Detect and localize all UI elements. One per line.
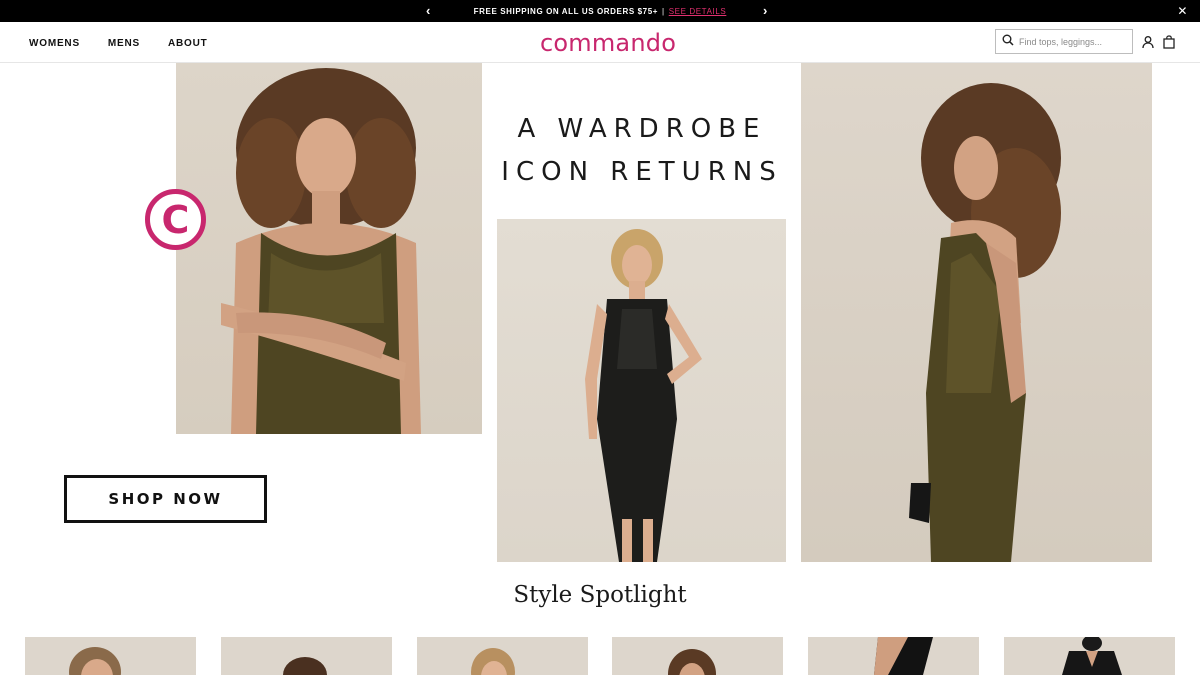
spotlight-item-2[interactable]	[221, 637, 392, 675]
hero-image-middle[interactable]	[497, 219, 786, 562]
search-box[interactable]	[995, 29, 1133, 54]
headline-line-1: A WARDROBE	[517, 114, 767, 144]
promo-bar: ‹ FREE SHIPPING ON ALL US ORDERS $75+ | …	[0, 0, 1200, 22]
main-nav: WOMENS MENS ABOUT	[29, 38, 208, 49]
hero-image-right[interactable]	[801, 63, 1152, 562]
section-title-style-spotlight: Style Spotlight	[513, 582, 687, 608]
promo-separator: |	[662, 6, 665, 16]
chevron-left-icon[interactable]: ‹	[426, 3, 431, 19]
chevron-right-icon[interactable]: ›	[763, 3, 768, 19]
nav-womens[interactable]: WOMENS	[29, 38, 80, 49]
promo-text: FREE SHIPPING ON ALL US ORDERS $75+	[473, 6, 659, 16]
nav-about[interactable]: ABOUT	[168, 38, 208, 49]
brand-logo[interactable]: commando	[540, 29, 676, 57]
spotlight-item-6[interactable]	[1004, 637, 1175, 675]
spotlight-item-3[interactable]	[417, 637, 588, 675]
account-icon[interactable]	[1141, 35, 1155, 49]
brand-c-logo: C	[145, 189, 206, 250]
hero-headline: A WARDROBE ICON RETURNS	[483, 108, 801, 194]
model-photo-middle	[585, 229, 702, 562]
site-header: WOMENS MENS ABOUT commando	[0, 22, 1200, 63]
close-icon[interactable]: ✕	[1177, 3, 1188, 19]
model-photo-left	[221, 68, 421, 434]
headline-line-2: ICON RETURNS	[501, 157, 783, 187]
spotlight-item-4[interactable]	[612, 637, 783, 675]
spotlight-item-5[interactable]	[808, 637, 979, 675]
search-icon[interactable]	[1002, 33, 1014, 51]
see-details-link[interactable]: SEE DETAILS	[669, 7, 727, 16]
shopping-bag-icon[interactable]	[1162, 35, 1176, 49]
search-input[interactable]	[1019, 36, 1129, 47]
spotlight-item-1[interactable]	[25, 637, 196, 675]
nav-mens[interactable]: MENS	[108, 38, 140, 49]
spotlight-carousel	[25, 637, 1176, 675]
model-photo-right	[909, 83, 1061, 562]
shop-now-button[interactable]: SHOP NOW	[64, 475, 267, 523]
hero-image-left[interactable]	[176, 63, 482, 434]
